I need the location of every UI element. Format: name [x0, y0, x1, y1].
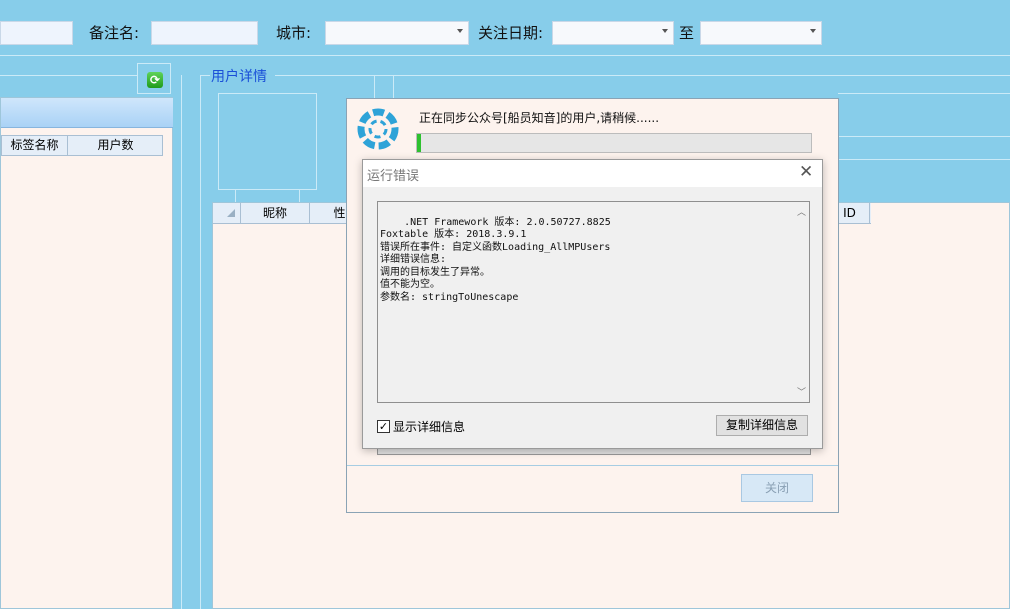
- chevron-down-icon: [457, 29, 463, 33]
- divider: [838, 136, 1010, 137]
- show-details-checkbox[interactable]: ✓: [377, 420, 390, 433]
- divider: [275, 75, 1010, 76]
- sync-progress-bar: [416, 133, 812, 153]
- close-button[interactable]: 关闭: [741, 474, 813, 502]
- remark-input[interactable]: [151, 21, 258, 45]
- dialog-shadow-bar: [377, 449, 811, 455]
- divider: [347, 465, 838, 466]
- tag-grid-header: 标签名称 用户数: [1, 135, 163, 156]
- follow-date-end-select[interactable]: [700, 21, 822, 45]
- runtime-error-dialog: 运行错误 ✕ .NET Framework 版本: 2.0.50727.8825…: [362, 159, 823, 449]
- tag-list-panel: 标签名称 用户数: [0, 97, 173, 609]
- follow-date-label: 关注日期:: [478, 24, 544, 42]
- chevron-down-icon[interactable]: ﹀: [797, 387, 806, 400]
- refresh-icon: ⟳: [147, 72, 163, 88]
- error-dialog-titlebar: 运行错误 ✕: [363, 160, 822, 187]
- filter-input-left[interactable]: [0, 21, 73, 45]
- row-selector-header[interactable]: [213, 203, 241, 223]
- sync-progress-fill: [417, 134, 421, 152]
- column-header-user-count[interactable]: 用户数: [68, 136, 163, 155]
- show-details-label[interactable]: 显示详细信息: [393, 418, 465, 435]
- divider: [0, 55, 1010, 56]
- sync-message: 正在同步公众号[船员知音]的用户,请稍候......: [419, 111, 660, 125]
- divider: [181, 75, 182, 609]
- section-title: 用户详情: [211, 69, 267, 85]
- error-details-textbox[interactable]: .NET Framework 版本: 2.0.50727.8825 Foxtab…: [377, 201, 810, 403]
- chevron-up-icon[interactable]: ︿: [797, 207, 806, 220]
- divider: [838, 159, 1010, 160]
- panel-header-bar: [1, 98, 173, 128]
- to-label: 至: [679, 24, 695, 42]
- follow-date-start-select[interactable]: [552, 21, 674, 45]
- chevron-down-icon: [662, 29, 668, 33]
- column-header-tag-name[interactable]: 标签名称: [2, 136, 68, 155]
- column-header-nickname[interactable]: 昵称: [241, 203, 310, 223]
- divider: [235, 190, 236, 202]
- user-detail-box: [218, 93, 317, 190]
- city-label: 城市:: [276, 24, 312, 42]
- loading-spinner-icon: [357, 108, 399, 150]
- error-details-text: .NET Framework 版本: 2.0.50727.8825 Foxtab…: [380, 216, 611, 303]
- refresh-button[interactable]: ⟳: [137, 63, 171, 94]
- divider: [0, 75, 140, 76]
- divider: [299, 190, 300, 202]
- remark-label: 备注名:: [89, 24, 140, 42]
- divider: [374, 75, 375, 100]
- divider: [393, 75, 394, 100]
- copy-details-button[interactable]: 复制详细信息: [716, 415, 808, 436]
- divider: [200, 75, 201, 609]
- divider: [838, 93, 1010, 94]
- divider: [200, 75, 210, 76]
- error-dialog-title: 运行错误: [367, 169, 420, 184]
- city-select[interactable]: [325, 21, 469, 45]
- close-icon[interactable]: ✕: [799, 162, 813, 182]
- sort-corner-icon: [227, 209, 235, 217]
- error-details-scrollbar[interactable]: ︿ ﹀: [794, 202, 809, 402]
- chevron-down-icon: [810, 29, 816, 33]
